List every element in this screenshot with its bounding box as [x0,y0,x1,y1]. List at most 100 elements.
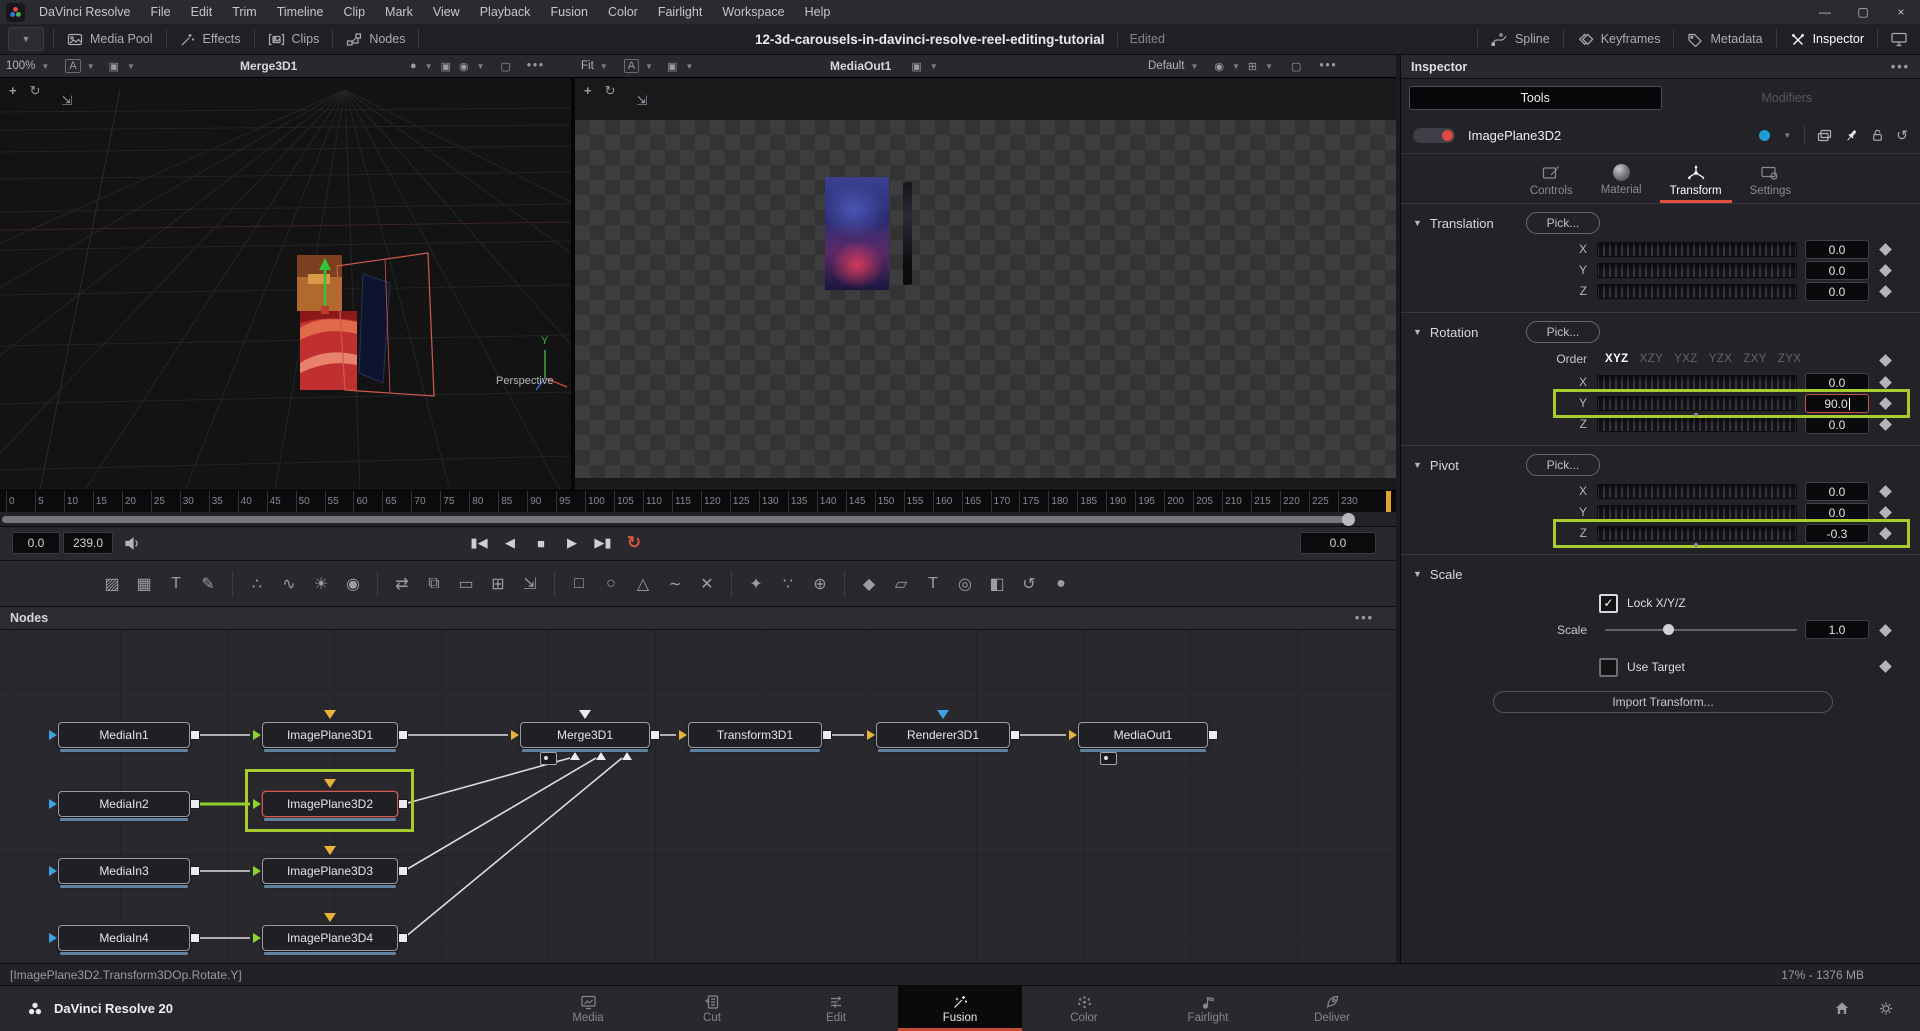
transform-tool-icon[interactable]: ⇄ [386,574,418,594]
audio-mute-button[interactable] [124,536,141,551]
node-graph[interactable]: MediaIn1ImagePlane3D1Merge3D1Transform3D… [0,630,1396,963]
fastnoise-tool-icon[interactable]: ▦ [128,574,160,594]
scale-tool-icon[interactable]: ⇲ [62,93,73,109]
node-MediaIn3[interactable]: MediaIn3 [58,858,190,884]
order-option-xzy[interactable]: XZY [1640,353,1664,365]
panel-layout-button[interactable] [1878,24,1920,54]
minimize-button[interactable]: — [1806,0,1844,24]
blur-tool-icon[interactable]: ◉ [337,574,369,594]
nodes-button[interactable]: Nodes [333,24,418,54]
keyframe-diamond-icon[interactable] [1879,354,1892,367]
order-option-zyx[interactable]: ZYX [1778,353,1802,365]
tab-modifiers[interactable]: Modifiers [1662,86,1913,110]
collapse-chevron-icon[interactable]: ▼ [1413,460,1422,470]
node-top-marker[interactable] [937,710,949,719]
right-viewer-split-button[interactable]: ▣ [909,60,923,73]
keyframe-diamond-icon[interactable] [1879,660,1892,673]
node-output-square[interactable] [650,730,660,740]
node-ImagePlane3D1[interactable]: ImagePlane3D1 [262,722,398,748]
scene-input-arrow[interactable] [570,752,580,760]
node-output-square[interactable] [1010,730,1020,740]
value-slider[interactable] [1597,375,1797,390]
node-MediaIn2[interactable]: MediaIn2 [58,791,190,817]
page-tab-fairlight[interactable]: Fairlight [1146,986,1270,1031]
right-viewer-lut-select[interactable]: Default [1148,60,1184,72]
layers-icon[interactable] [1816,128,1833,143]
chevron-down-icon[interactable]: ▼ [1781,131,1793,140]
left-viewer-lut-button[interactable]: ◉ [457,60,471,73]
node-top-marker[interactable] [324,846,336,855]
shape3d-tool-icon[interactable]: ◧ [981,574,1013,594]
collapse-chevron-icon[interactable]: ▼ [1413,569,1422,579]
letterbox-tool-icon[interactable]: ▭ [450,574,482,594]
node-top-marker[interactable] [324,710,336,719]
right-viewer-grid-button[interactable]: ⊞ [1246,60,1259,73]
node-input-arrow[interactable] [253,866,261,876]
magic-wand-tool-icon[interactable]: ✦ [740,574,772,594]
keyframe-diamond-icon[interactable] [1879,418,1892,431]
menu-fairlight[interactable]: Fairlight [648,0,712,24]
crop-tool-icon[interactable]: ⇲ [514,574,546,594]
use-target-checkbox[interactable] [1599,658,1618,677]
right-viewer-zoom[interactable]: Fit [581,60,594,72]
keyframe-diamond-icon[interactable] [1879,285,1892,298]
maximize-button[interactable]: ▢ [1844,0,1882,24]
effect-mask-connector[interactable] [540,752,557,765]
menu-workspace[interactable]: Workspace [712,0,794,24]
value-slider[interactable] [1597,396,1797,411]
keyframe-diamond-icon[interactable] [1879,264,1892,277]
value-slider[interactable] [1597,526,1797,541]
node-output-square[interactable] [190,866,200,876]
menu-color[interactable]: Color [598,0,648,24]
tab-tools[interactable]: Tools [1409,86,1662,110]
node-top-marker[interactable] [579,710,591,719]
node-MediaIn4[interactable]: MediaIn4 [58,925,190,951]
bspline-mask-tool-icon[interactable]: ∼ [659,574,691,594]
menu-clip[interactable]: Clip [334,0,376,24]
scrollbar-knob[interactable] [1342,513,1355,526]
order-option-yxz[interactable]: YXZ [1674,353,1698,365]
rotation-z-field[interactable]: 0.0 [1805,415,1869,434]
right-viewer-color-button[interactable]: ◉ [1212,60,1226,73]
background-tool-icon[interactable]: ▨ [96,574,128,594]
menu-app[interactable]: DaVinci Resolve [29,0,140,24]
color-curves-tool-icon[interactable]: ∿ [273,574,305,594]
subtab-material[interactable]: Material [1599,157,1644,203]
resize-tool-icon[interactable]: ⊞ [482,574,514,594]
text3d-tool-icon[interactable]: T [917,575,949,593]
menu-view[interactable]: View [423,0,470,24]
order-option-yzx[interactable]: YZX [1709,353,1733,365]
menu-playback[interactable]: Playback [470,0,541,24]
close-button[interactable]: × [1882,0,1920,24]
node-output-square[interactable] [1208,730,1218,740]
node-ImagePlane3D4[interactable]: ImagePlane3D4 [262,925,398,951]
node-input-arrow[interactable] [49,799,57,809]
edge[interactable] [404,758,622,938]
value-slider[interactable] [1597,284,1797,299]
keyframe-diamond-icon[interactable] [1879,485,1892,498]
node-output-square[interactable] [822,730,832,740]
node-enable-toggle[interactable] [1413,128,1455,143]
left-viewer-options-button[interactable]: ••• [527,60,545,72]
translation-pick-button[interactable]: Pick... [1526,212,1600,234]
current-time-field[interactable]: 0.0 [1300,532,1376,554]
dve-tool-icon[interactable]: ⧉ [418,575,450,593]
node-output-square[interactable] [190,799,200,809]
left-viewer-roi-button[interactable]: ▣ [439,60,453,73]
edge[interactable] [404,758,596,871]
node-input-arrow[interactable] [253,933,261,943]
right-viewer-options-button[interactable]: ••• [1319,60,1337,72]
node-output-square[interactable] [398,730,408,740]
timeline-ruler[interactable]: 0510152025303540455055606570758085909510… [0,490,1396,513]
effect-mask-connector[interactable] [1100,752,1117,765]
scene-input-arrow[interactable] [622,752,632,760]
collapse-chevron-icon[interactable]: ▼ [1413,218,1422,228]
left-viewer-color-button[interactable]: ● [408,60,419,72]
skip-to-start-button[interactable]: ▮◀ [468,531,490,555]
menu-timeline[interactable]: Timeline [267,0,334,24]
scale-value-field[interactable]: 1.0 [1805,620,1869,639]
scale-slider-thumb[interactable] [1663,624,1674,635]
scene-input-arrow[interactable] [596,752,606,760]
page-tab-deliver[interactable]: Deliver [1270,986,1394,1031]
node-top-marker[interactable] [324,913,336,922]
